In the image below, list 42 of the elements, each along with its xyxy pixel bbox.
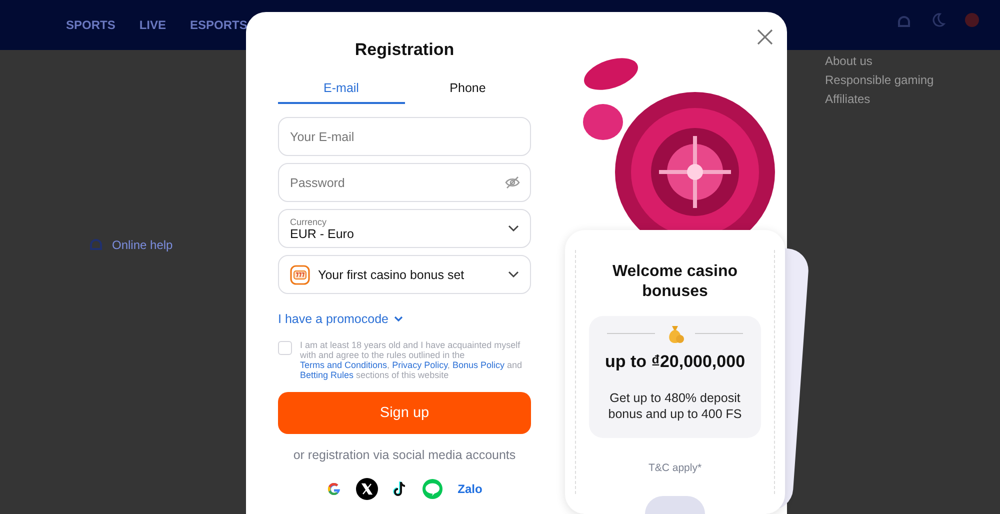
social-caption: or registration via social media accounts [292, 448, 517, 462]
nav-link[interactable]: ESPORTS [190, 18, 248, 32]
tab[interactable]: Phone [404, 78, 531, 104]
policy-link[interactable]: Terms and Conditions [300, 360, 388, 370]
music-note-icon[interactable] [392, 481, 407, 497]
bonus-select[interactable]: Your first casino bonus set [278, 255, 531, 294]
field-value: Your first casino bonus set [318, 268, 466, 282]
field-label: Currency [290, 216, 328, 226]
promocode-toggle[interactable]: I have a promocode [278, 312, 402, 326]
bonus-description: Get up to 480% deposit bonus and up to 400 FS [607, 390, 743, 422]
chat-bubble-icon[interactable] [422, 479, 443, 499]
policy-link[interactable]: Bonus Policy [452, 360, 504, 370]
agreement-checkbox[interactable] [278, 341, 292, 355]
zalo-link[interactable]: Zalo [458, 482, 482, 496]
terms-link[interactable]: T&C apply* [648, 462, 702, 474]
nav-link[interactable]: SPORTS [66, 18, 116, 32]
moon-icon[interactable] [930, 12, 946, 28]
currency-select[interactable]: Currency EUR - Euro [278, 209, 531, 248]
footer-link[interactable]: Affiliates [825, 92, 934, 106]
field-value: EUR - Euro [290, 226, 355, 240]
password-field[interactable]: Password [278, 163, 531, 202]
slot-machine-icon [290, 264, 310, 284]
email-field[interactable]: Your E-mail [278, 117, 531, 156]
dialog-title: Registration [354, 40, 456, 60]
bonus-amount: up to ₫20,000,000 [604, 352, 746, 372]
agreement-text: I am at least 18 years old and I have acquainted myself with and agree to the rules outlined in the Terms and Conditions, Privacy Policy, Bonus Policy and Betting Rules sections of this website [300, 340, 523, 380]
chevron-down-icon [394, 316, 402, 322]
google-icon[interactable] [326, 482, 341, 496]
footer-link[interactable]: About us [825, 54, 934, 68]
chevron-down-icon [508, 271, 519, 278]
tab[interactable]: E-mail [278, 78, 404, 104]
card-background [645, 496, 705, 514]
chevron-down-icon [508, 225, 519, 232]
footer-link[interactable]: Responsible gaming [825, 73, 934, 87]
policy-link[interactable]: Privacy Policy [392, 360, 448, 370]
x-logo-icon[interactable] [356, 478, 378, 500]
bonus-title: Welcome casino bonuses [611, 262, 739, 302]
policy-link[interactable]: Betting Rules [300, 370, 354, 380]
sign-up-button[interactable]: Sign up [278, 392, 531, 434]
nav-link[interactable]: LIVE [139, 18, 166, 32]
help-link[interactable]: Online help [112, 238, 173, 252]
eye-slash-icon[interactable] [505, 176, 520, 189]
